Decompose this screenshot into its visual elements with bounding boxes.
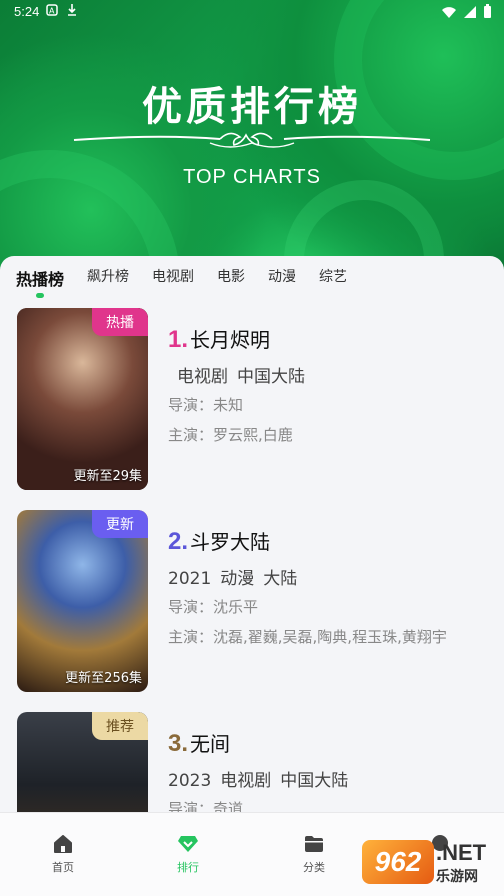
item-meta: 2021 动漫 大陆 (168, 569, 298, 589)
item-meta: 2023 电视剧 中国大陆 (168, 771, 349, 791)
status-time: 5:24 (14, 4, 40, 19)
ranking-list: 热播 更新至29集 1. 长月烬明 电视剧 中国大陆 导演：未知 主演：罗云熙,白… (0, 308, 504, 812)
director-text: 导演：未知 (168, 396, 244, 414)
status-badge: 热播 (92, 308, 148, 336)
watermark-logo: 962 .NET 乐游网 (362, 838, 498, 890)
notification-a-icon: A (46, 4, 58, 16)
list-item[interactable]: 推荐 3. 无间 2023 电视剧 中国大陆 导演：奇道 (0, 712, 504, 812)
tab-variety[interactable]: 综艺 (319, 266, 347, 302)
watermark-net: .NET (436, 840, 487, 865)
status-badge: 更新 (92, 510, 148, 538)
category-tabs: 热播榜 飙升榜 电视剧 电影 动漫 综艺 (0, 266, 370, 302)
watermark-badge: 962 (362, 840, 434, 884)
ornament-divider (73, 132, 431, 148)
rank-number: 1. (168, 326, 189, 353)
rank-number: 3. (168, 730, 189, 757)
svg-text:A: A (49, 7, 55, 16)
item-title[interactable]: 斗罗大陆 (190, 526, 270, 555)
tab-rising[interactable]: 飙升榜 (87, 266, 129, 302)
nav-ranking-label: 排行 (177, 861, 199, 874)
list-item[interactable]: 热播 更新至29集 1. 长月烬明 电视剧 中国大陆 导演：未知 主演：罗云熙,白… (0, 308, 504, 510)
cast-text: 主演：沈磊,翟巍,吴磊,陶典,程玉珠,黄翔宇 (168, 628, 447, 646)
signal-icon (464, 5, 476, 18)
poster-image[interactable]: 热播 更新至29集 (17, 308, 148, 490)
download-icon (68, 4, 76, 16)
item-title[interactable]: 无间 (190, 728, 230, 757)
nav-category[interactable]: 分类 (284, 835, 344, 875)
director-text: 导演：奇道 (168, 800, 244, 812)
tab-hot[interactable]: 热播榜 (16, 266, 64, 302)
ranking-panel: 热播榜 飙升榜 电视剧 电影 动漫 综艺 热播 更新至29集 1. 长月烬明 电… (0, 256, 504, 812)
banner-title: 优质排行榜 (142, 84, 362, 130)
watermark-text: 乐游网 (436, 869, 478, 885)
tab-tv-series[interactable]: 电视剧 (152, 266, 194, 302)
bottom-nav: 首页 排行 分类 962 .NET 乐游网 (0, 812, 504, 896)
nav-ranking[interactable]: 排行 (158, 835, 218, 875)
poster-image[interactable]: 推荐 (17, 712, 148, 812)
wifi-icon (442, 6, 456, 18)
folder-icon (305, 836, 323, 852)
episode-update: 更新至29集 (73, 469, 142, 484)
banner-subtitle: TOP CHARTS (183, 166, 321, 188)
rank-number: 2. (168, 528, 189, 555)
list-item[interactable]: 更新 更新至256集 2. 斗罗大陆 2021 动漫 大陆 导演：沈乐平 主演：沈磊… (0, 510, 504, 712)
status-bar: 5:24 A (0, 0, 504, 24)
nav-category-label: 分类 (303, 861, 325, 874)
tab-movies[interactable]: 电影 (217, 266, 245, 302)
cast-text: 主演：罗云熙,白鹿 (168, 426, 293, 444)
nav-home-label: 首页 (52, 861, 74, 874)
battery-icon (484, 4, 491, 18)
header-banner: 5:24 A 优质排行榜 TOP CHARTS (0, 0, 504, 280)
tab-anime[interactable]: 动漫 (268, 266, 296, 302)
nav-home[interactable]: 首页 (33, 835, 93, 875)
director-text: 导演：沈乐平 (168, 598, 259, 616)
item-meta: 电视剧 中国大陆 (177, 367, 305, 387)
diamond-icon (178, 836, 198, 852)
item-title[interactable]: 长月烬明 (190, 324, 270, 353)
status-badge: 推荐 (92, 712, 148, 740)
episode-update: 更新至256集 (65, 671, 142, 686)
home-icon (54, 835, 72, 853)
poster-image[interactable]: 更新 更新至256集 (17, 510, 148, 692)
